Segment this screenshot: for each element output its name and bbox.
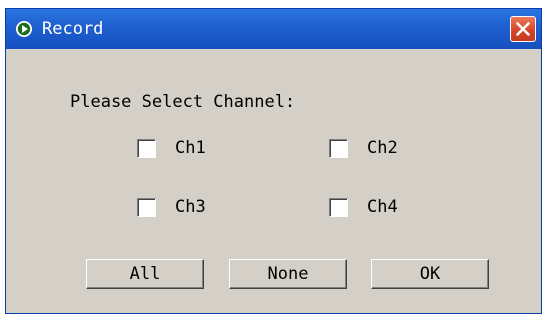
- ch3-label: Ch3: [175, 197, 206, 217]
- ch2-checkbox[interactable]: [329, 138, 348, 158]
- ch1-checkbox[interactable]: [137, 138, 156, 158]
- window-title: Record: [42, 19, 104, 39]
- ch4-label: Ch4: [367, 197, 398, 217]
- channel-ch4[interactable]: Ch4: [329, 196, 398, 218]
- none-button[interactable]: None: [229, 259, 347, 289]
- select-channel-label: Please Select Channel:: [70, 92, 296, 112]
- play-icon: [16, 21, 32, 37]
- channel-ch2[interactable]: Ch2: [329, 137, 398, 159]
- close-icon: [516, 22, 530, 36]
- record-dialog: Record Please Select Channel: Ch1 Ch2 Ch…: [5, 8, 542, 314]
- title-bar[interactable]: Record: [6, 9, 541, 49]
- close-button[interactable]: [510, 16, 536, 42]
- ok-button[interactable]: OK: [371, 259, 489, 289]
- ch3-checkbox[interactable]: [137, 197, 156, 217]
- channel-ch3[interactable]: Ch3: [137, 196, 206, 218]
- ch4-checkbox[interactable]: [329, 197, 348, 217]
- ch2-label: Ch2: [367, 138, 398, 158]
- ch1-label: Ch1: [175, 138, 206, 158]
- channel-ch1[interactable]: Ch1: [137, 137, 206, 159]
- all-button[interactable]: All: [86, 259, 204, 289]
